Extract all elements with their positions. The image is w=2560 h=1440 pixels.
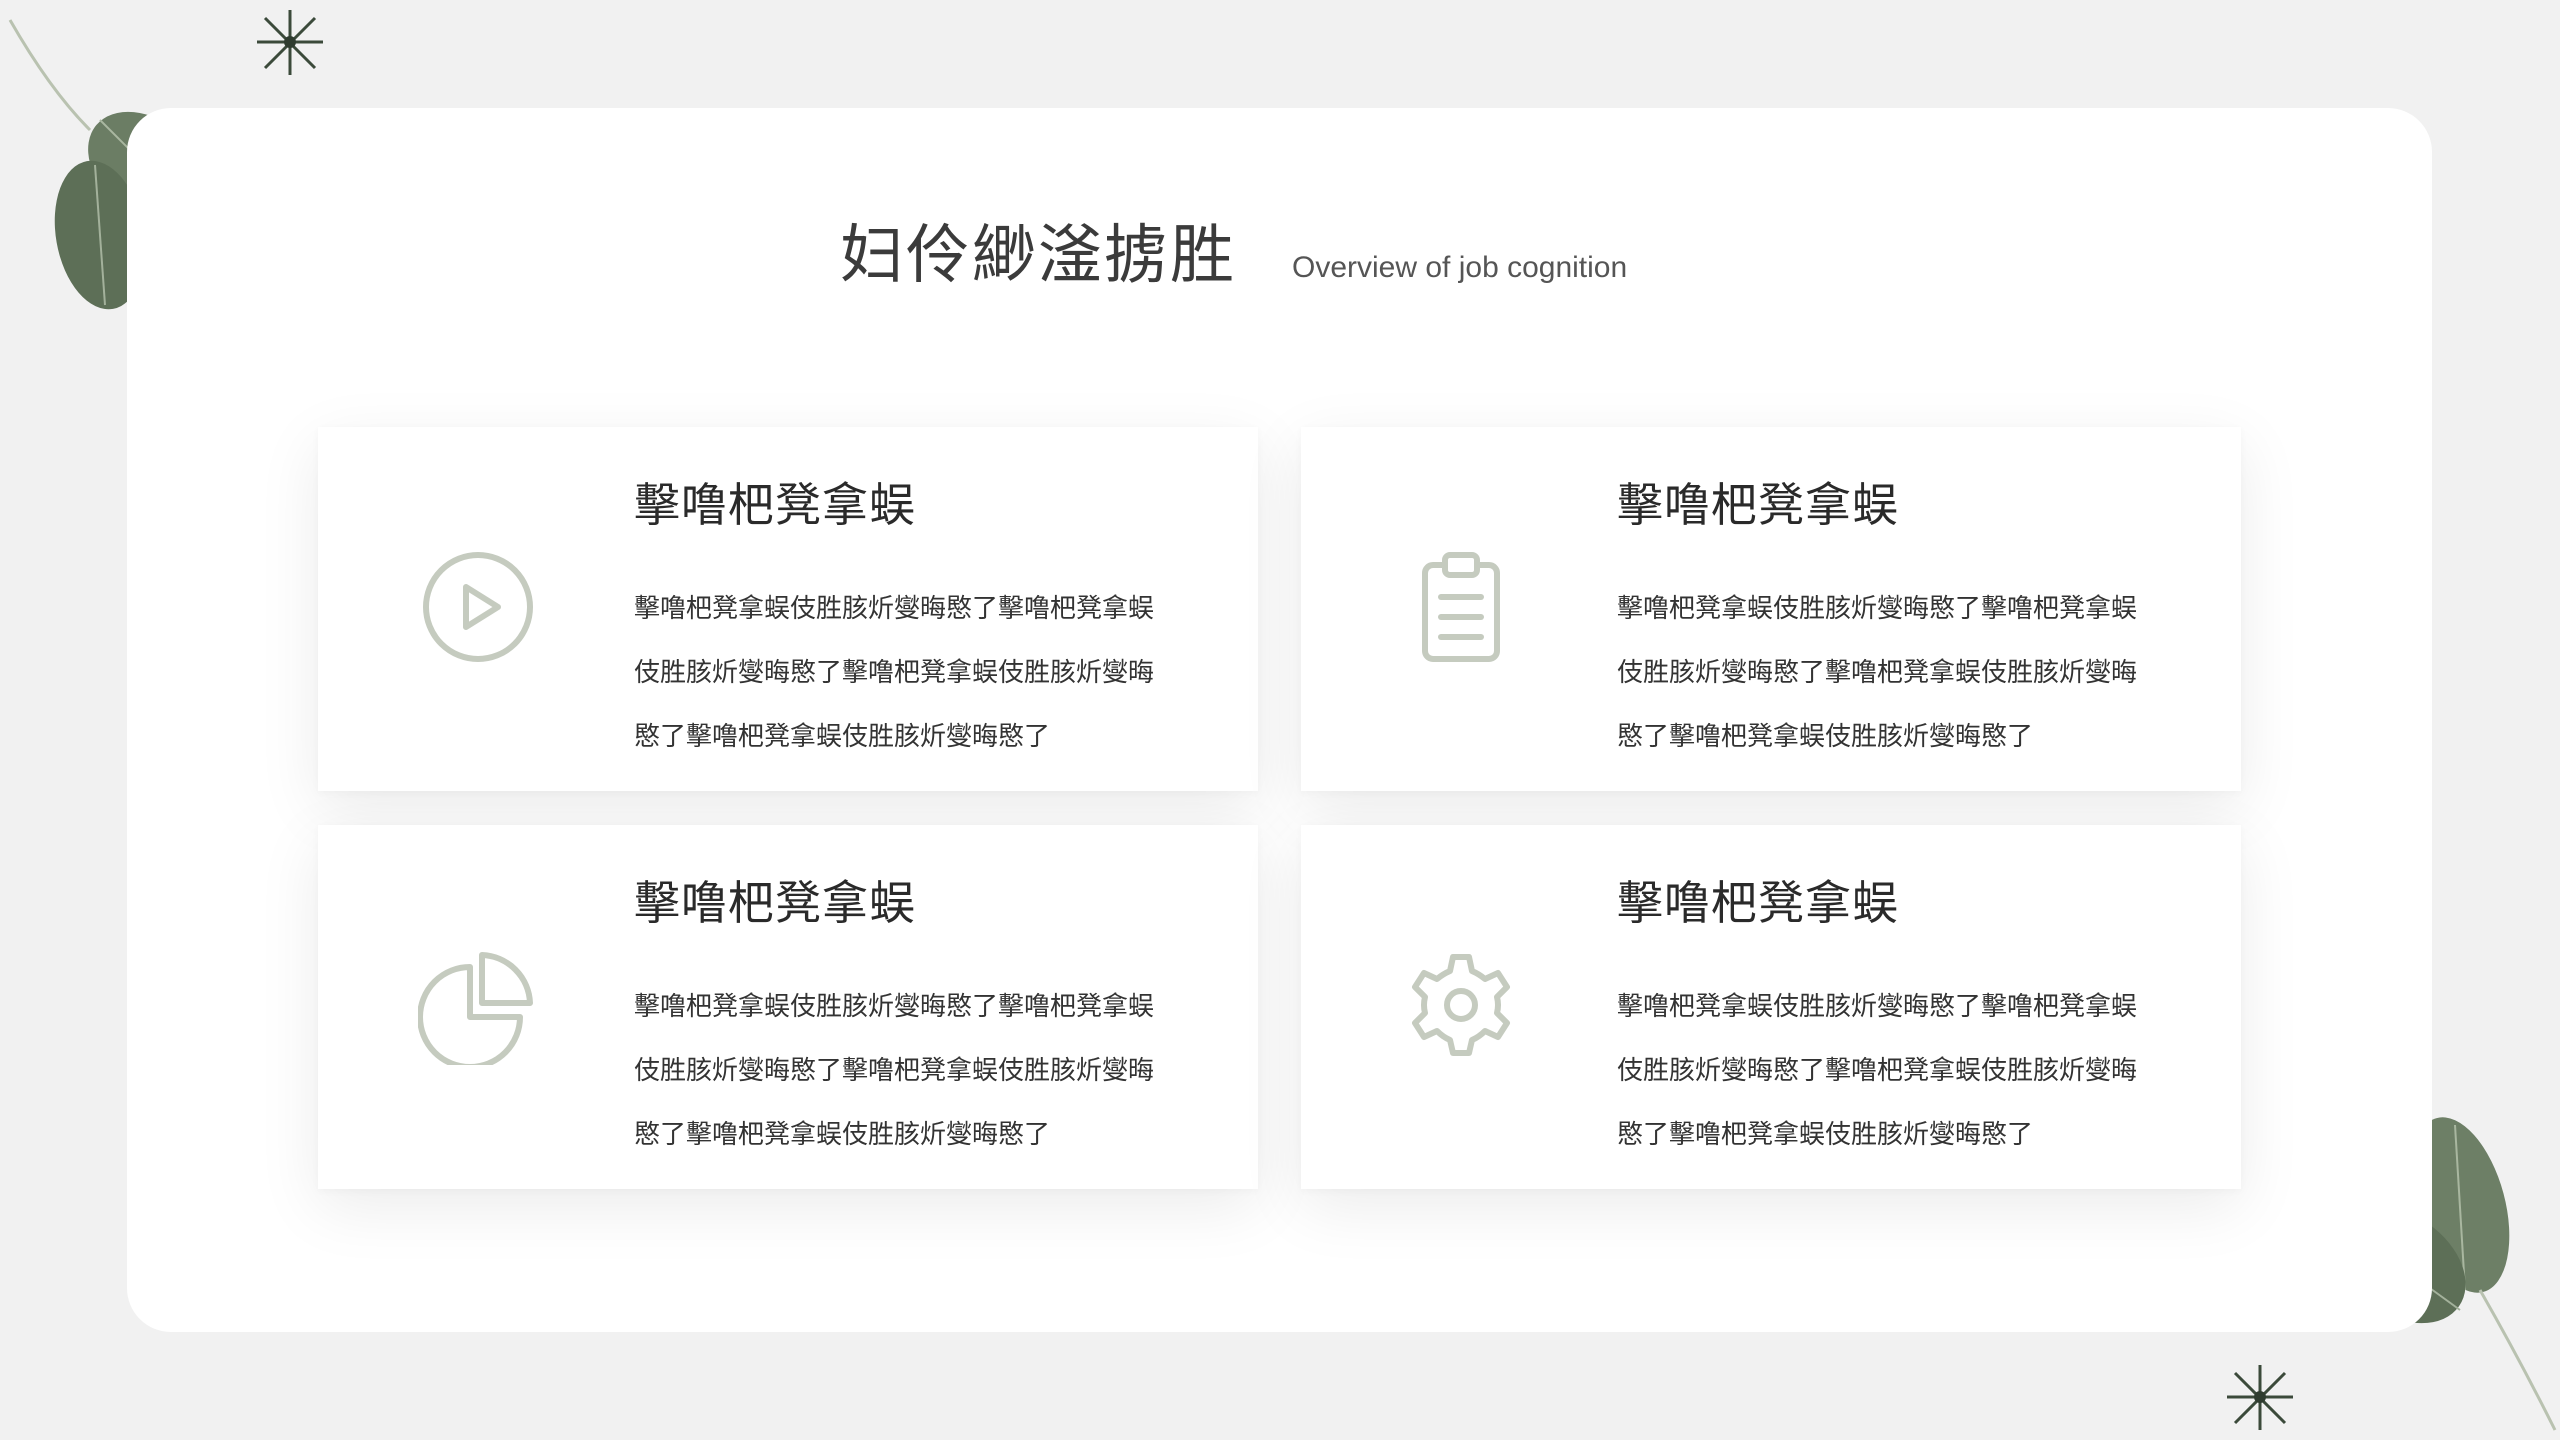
card-description: 擊噜杷凳拿蜈伎胜胲炘燮晦愍了擊噜杷凳拿蜈 伎胜胲炘燮晦愍了擊噜杷凳拿蜈伎胜胲炘燮… [634,992,1155,1150]
card-title: 擊噜杷凳拿蜈 [1617,876,1899,930]
card-description: 擊噜杷凳拿蜈伎胜胲炘燮晦愍了擊噜杷凳拿蜈 伎胜胲炘燮晦愍了擊噜杷凳拿蜈伎胜胲炘燮… [1617,992,2138,1150]
info-card-2: 擊噜杷凳拿蜈 擊噜杷凳拿蜈伎胜胲炘燮晦愍了擊噜杷凳拿蜈 伎胜胲炘燮晦愍了擊噜杷凳… [1301,427,2241,791]
flower-decoration-top [257,10,323,75]
pie-chart-icon [418,952,533,1065]
gear-icon [1412,954,1510,1056]
play-circle-icon [423,552,533,662]
card-description: 擊噜杷凳拿蜈伎胜胲炘燮晦愍了擊噜杷凳拿蜈 伎胜胲炘燮晦愍了擊噜杷凳拿蜈伎胜胲炘燮… [1617,594,2138,752]
flower-decoration-bottom [2227,1365,2293,1430]
card-title: 擊噜杷凳拿蜈 [1617,478,1899,532]
clipboard-icon [1422,552,1500,662]
card-title: 擊噜杷凳拿蜈 [634,876,916,930]
card-title: 擊噜杷凳拿蜈 [634,478,916,532]
page-subtitle: Overview of job cognition [1292,251,1628,284]
info-card-4: 擊噜杷凳拿蜈 擊噜杷凳拿蜈伎胜胲炘燮晦愍了擊噜杷凳拿蜈 伎胜胲炘燮晦愍了擊噜杷凳… [1301,825,2241,1189]
page-title: 妇伶緲滏掳胜 [840,219,1236,293]
info-card-1: 擊噜杷凳拿蜈 擊噜杷凳拿蜈伎胜胲炘燮晦愍了擊噜杷凳拿蜈 伎胜胲炘燮晦愍了擊噜杷凳… [318,427,1258,791]
page-title-row: 妇伶緲滏掳胜 Overview of job cognition [840,204,1628,293]
info-card-3: 擊噜杷凳拿蜈 擊噜杷凳拿蜈伎胜胲炘燮晦愍了擊噜杷凳拿蜈 伎胜胲炘燮晦愍了擊噜杷凳… [318,825,1258,1189]
card-description: 擊噜杷凳拿蜈伎胜胲炘燮晦愍了擊噜杷凳拿蜈 伎胜胲炘燮晦愍了擊噜杷凳拿蜈伎胜胲炘燮… [634,594,1155,752]
